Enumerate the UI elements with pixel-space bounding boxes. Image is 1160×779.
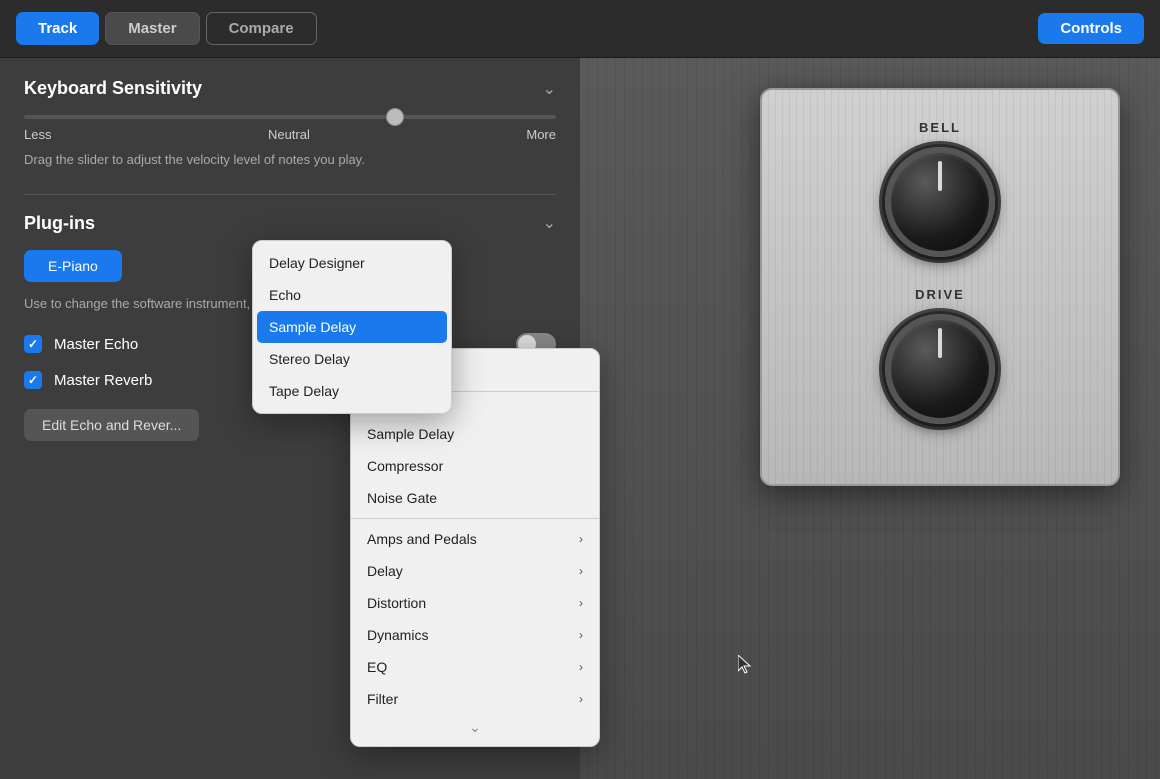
amps-pedals-label: Amps and Pedals (367, 531, 477, 547)
sample-delay-label: Sample Delay (269, 319, 356, 335)
submenu-sample-delay[interactable]: Sample Delay (257, 311, 447, 343)
plugins-header: Plug-ins ⌄ (24, 213, 556, 234)
right-panel: BELL DRIVE (580, 58, 1160, 779)
master-tab[interactable]: Master (105, 12, 199, 45)
slider-thumb[interactable] (386, 108, 404, 126)
keyboard-sensitivity-section: Keyboard Sensitivity ⌄ Less Neutral More… (24, 78, 556, 170)
submenu-tape-delay[interactable]: Tape Delay (253, 375, 451, 407)
divider-1 (24, 194, 556, 195)
dynamics-label: Dynamics (367, 627, 428, 643)
bell-label: BELL (919, 120, 961, 135)
label-less: Less (24, 127, 51, 142)
toolbar: Track Master Compare Controls (0, 0, 1160, 58)
controls-button[interactable]: Controls (1038, 13, 1144, 44)
eq-arrow: › (579, 660, 583, 674)
keyboard-sensitivity-header: Keyboard Sensitivity ⌄ (24, 78, 556, 99)
dynamics-arrow: › (579, 628, 583, 642)
keyboard-sensitivity-title: Keyboard Sensitivity (24, 78, 202, 99)
drive-label: DRIVE (915, 287, 965, 302)
category-amps-pedals[interactable]: Amps and Pedals › (351, 523, 599, 555)
category-delay[interactable]: Delay › (351, 555, 599, 587)
category-filter[interactable]: Filter › (351, 683, 599, 715)
plugin-button[interactable]: E-Piano (24, 250, 122, 282)
amps-pedals-arrow: › (579, 532, 583, 546)
master-reverb-checkbox[interactable] (24, 371, 42, 389)
submenu-stereo-delay[interactable]: Stereo Delay (253, 343, 451, 375)
submenu-echo[interactable]: Echo (253, 279, 451, 311)
category-distortion[interactable]: Distortion › (351, 587, 599, 619)
compare-tab[interactable]: Compare (206, 12, 317, 45)
bell-knob-section: BELL (802, 120, 1078, 257)
synth-panel: BELL DRIVE (760, 88, 1120, 486)
drive-knob[interactable] (885, 314, 995, 424)
distortion-arrow: › (579, 596, 583, 610)
recent-noise-gate[interactable]: Noise Gate (351, 482, 599, 514)
master-echo-checkbox[interactable] (24, 335, 42, 353)
slider-container (24, 115, 556, 119)
plugins-title: Plug-ins (24, 213, 95, 234)
toolbar-tabs: Track Master Compare (16, 12, 317, 45)
slider-description: Drag the slider to adjust the velocity l… (24, 150, 556, 170)
dropdown-scroll-down[interactable]: ⌄ (469, 719, 481, 736)
recent-sample-delay-label: Sample Delay (367, 426, 454, 442)
recent-compressor-label: Compressor (367, 458, 443, 474)
drive-knob-section: DRIVE (802, 287, 1078, 424)
category-dynamics[interactable]: Dynamics › (351, 619, 599, 651)
label-neutral: Neutral (268, 127, 310, 142)
tape-delay-label: Tape Delay (269, 383, 339, 399)
filter-arrow: › (579, 692, 583, 706)
edit-echo-reverb-button[interactable]: Edit Echo and Rever... (24, 409, 199, 441)
menu-sep-2 (351, 518, 599, 519)
delay-designer-label: Delay Designer (269, 255, 365, 271)
recent-noise-gate-label: Noise Gate (367, 490, 437, 506)
delay-arrow: › (579, 564, 583, 578)
slider-track[interactable] (24, 115, 556, 119)
bell-knob[interactable] (885, 147, 995, 257)
eq-label: EQ (367, 659, 387, 675)
category-eq[interactable]: EQ › (351, 651, 599, 683)
filter-label: Filter (367, 691, 398, 707)
stereo-delay-label: Stereo Delay (269, 351, 350, 367)
distortion-label: Distortion (367, 595, 426, 611)
submenu-delay-designer[interactable]: Delay Designer (253, 247, 451, 279)
recent-compressor[interactable]: Compressor (351, 450, 599, 482)
recent-sample-delay[interactable]: Sample Delay (351, 418, 599, 450)
delay-submenu: Delay Designer Echo Sample Delay Stereo … (252, 240, 452, 414)
echo-label: Echo (269, 287, 301, 303)
delay-label: Delay (367, 563, 403, 579)
track-tab[interactable]: Track (16, 12, 99, 45)
slider-labels: Less Neutral More (24, 127, 556, 142)
plugins-chevron[interactable]: ⌄ (543, 213, 556, 233)
keyboard-sensitivity-chevron[interactable]: ⌄ (543, 79, 556, 99)
label-more: More (526, 127, 556, 142)
